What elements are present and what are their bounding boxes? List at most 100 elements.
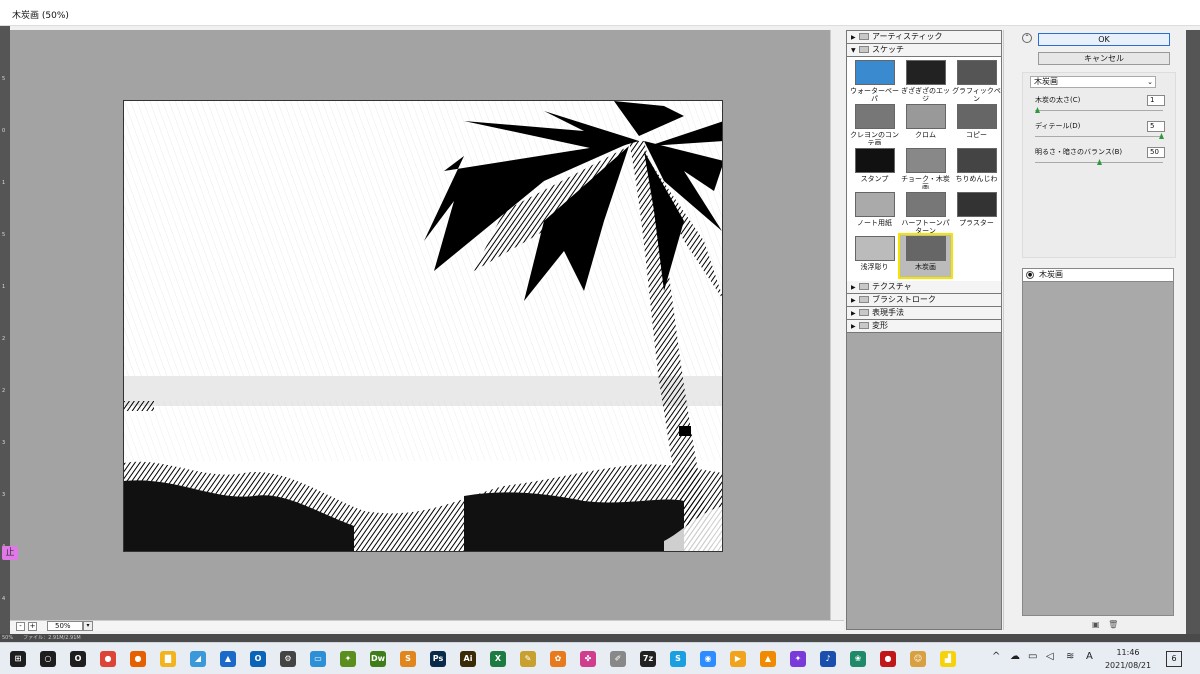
preview-vertical-scrollbar[interactable] <box>830 30 844 620</box>
filter-thumbnail[interactable]: 木炭画 <box>898 233 953 279</box>
photos-icon[interactable]: ▲ <box>220 651 236 667</box>
pet-icon[interactable]: ☺ <box>910 651 926 667</box>
speaker-icon[interactable]: ◁ <box>1046 651 1054 662</box>
filter-thumbnail-label: グラフィックペン <box>952 87 1001 101</box>
folder-icon <box>859 296 869 303</box>
record-icon[interactable]: ● <box>880 651 896 667</box>
layer-actions: ▣ 🗑 <box>1092 620 1118 629</box>
filter-thumbnail[interactable]: グラフィックペン <box>951 59 1002 101</box>
filter-category[interactable]: ▼ スケッチ <box>847 44 1001 57</box>
search-icon[interactable]: ○ <box>40 651 56 667</box>
chevron-up-icon[interactable]: ^ <box>992 651 1000 662</box>
filter-thumbnail[interactable]: チョーク・木炭画 <box>900 147 951 189</box>
wifi-icon[interactable]: ≋ <box>1066 651 1074 662</box>
filter-thumbnail[interactable]: コピー <box>951 103 1002 145</box>
firefox-icon[interactable]: ● <box>130 651 146 667</box>
parameter-value-field[interactable]: 1 <box>1147 95 1165 106</box>
pen-icon[interactable]: ✎ <box>520 651 536 667</box>
filter-thumbnail[interactable]: クロム <box>900 103 951 145</box>
filter-thumbnail[interactable]: ウォーターペーパ <box>849 59 900 101</box>
explorer-icon[interactable]: ▇ <box>160 651 176 667</box>
cortana-icon[interactable]: O <box>70 651 86 667</box>
eye-icon[interactable]: ● <box>1026 271 1034 279</box>
settings-icon[interactable]: ⚙ <box>280 651 296 667</box>
vlc-icon[interactable]: ▲ <box>760 651 776 667</box>
system-clock[interactable]: 11:46 2021/08/21 <box>1100 646 1156 672</box>
taskbar: ^ ☁ ▭ ◁ ≋ A 11:46 2021/08/21 6 ⊞ ○ O ● ● ▇ ◢ ▲ O… <box>0 642 1200 674</box>
skype-icon[interactable]: S <box>670 651 686 667</box>
parameter-slider-track[interactable] <box>1035 136 1163 137</box>
start-icon[interactable]: ⊞ <box>10 651 26 667</box>
filter-thumbnail[interactable]: ちりめんじわ <box>951 147 1002 189</box>
monitor-icon[interactable]: ▭ <box>310 651 326 667</box>
filter-thumbnail[interactable]: ハーフトーンパターン <box>900 191 951 233</box>
filter-thumbnail[interactable]: ノート用紙 <box>849 191 900 233</box>
ruler-mark: 3 <box>2 440 6 446</box>
zoom-out-button[interactable]: - <box>16 622 25 631</box>
outlook-icon[interactable]: O <box>250 651 266 667</box>
brush-icon[interactable]: ✐ <box>610 651 626 667</box>
filter-preview-image <box>956 104 997 129</box>
filter-category[interactable]: ▶ 表現手法 <box>847 307 1001 320</box>
filter-select[interactable]: 木炭画 ⌄ <box>1030 76 1156 88</box>
onedrive-icon[interactable]: ☁ <box>1010 651 1020 662</box>
preview-horizontal-scrollbar[interactable]: - + 50% ▾ <box>10 620 844 631</box>
chrome-icon[interactable]: ● <box>100 651 116 667</box>
filter-category[interactable]: ▶ ブラシストローク <box>847 294 1001 307</box>
zoom-level-field[interactable]: 50% <box>47 621 83 631</box>
expanded-triangle-icon: ▼ <box>851 47 856 54</box>
cancel-button[interactable]: キャンセル <box>1038 52 1170 65</box>
zoom-in-button[interactable]: + <box>28 622 37 631</box>
sticky-icon[interactable]: ▟ <box>940 651 956 667</box>
filter-category-label: テクスチャ <box>872 282 912 291</box>
media-icon[interactable]: ▶ <box>730 651 746 667</box>
filter-category[interactable]: ▶ アーティスティック <box>847 31 1001 44</box>
illustrator-icon[interactable]: Ai <box>460 651 476 667</box>
filter-thumbnail[interactable]: プラスター <box>951 191 1002 233</box>
7zip-icon[interactable]: 7z <box>640 651 656 667</box>
ime-indicator[interactable]: A <box>1086 651 1093 662</box>
folder-icon <box>859 309 869 316</box>
parameter-value-field[interactable]: 50 <box>1147 147 1165 158</box>
vertical-ruler: 50151223344 <box>0 26 10 636</box>
photoshop-icon[interactable]: Ps <box>430 651 446 667</box>
paint-icon[interactable]: ✤ <box>580 651 596 667</box>
dreamweaver-icon[interactable]: Dw <box>370 651 386 667</box>
zoom-icon[interactable]: ◉ <box>700 651 716 667</box>
filter-thumbnail-label: ぎざぎざのエッジ <box>901 87 950 101</box>
tree-icon[interactable]: ❀ <box>850 651 866 667</box>
parameter-value-field[interactable]: 5 <box>1147 121 1165 132</box>
ok-button[interactable]: OK <box>1038 33 1170 46</box>
sublime-icon[interactable]: S <box>400 651 416 667</box>
butterfly-icon[interactable]: ✿ <box>550 651 566 667</box>
new-effect-layer-icon[interactable]: ▣ <box>1092 620 1100 629</box>
zoom-dropdown-button[interactable]: ▾ <box>83 621 93 631</box>
filter-category[interactable]: ▶ 変形 <box>847 320 1001 333</box>
filter-gallery-scrollbar[interactable] <box>1003 30 1015 630</box>
filter-preview-image <box>905 60 946 85</box>
filter-thumbnail[interactable]: スタンプ <box>849 147 900 189</box>
sketch-filter-thumbnails: ウォーターペーパ ぎざぎざのエッジ グラフィックペンクレヨンのコンテ画 クロム コピース… <box>847 57 1001 281</box>
notification-button[interactable]: 6 <box>1166 651 1182 667</box>
parameter-slider-track[interactable] <box>1035 110 1163 111</box>
collapse-gallery-button[interactable]: ⌃ <box>1022 33 1032 43</box>
filter-category[interactable]: ▶ テクスチャ <box>847 281 1001 294</box>
music-icon[interactable]: ♪ <box>820 651 836 667</box>
parameter-label: 明るさ・暗さのバランス(B) <box>1035 148 1123 156</box>
filter-preview-image <box>905 236 946 261</box>
tablet-icon[interactable]: ◢ <box>190 651 206 667</box>
effect-layer-name: 木炭画 <box>1039 270 1063 279</box>
collapsed-triangle-icon: ▶ <box>851 310 856 317</box>
visio-icon[interactable]: ✦ <box>340 651 356 667</box>
excel-icon[interactable]: X <box>490 651 506 667</box>
filter-thumbnail[interactable]: 浅浮彫り <box>849 235 900 277</box>
folder-icon <box>859 46 869 53</box>
ime-stop-icon[interactable]: 止 <box>2 546 18 560</box>
battery-icon[interactable]: ▭ <box>1028 651 1037 662</box>
ruler-mark: 2 <box>2 388 6 394</box>
delete-effect-layer-icon[interactable]: 🗑 <box>1108 620 1118 629</box>
corgi-icon[interactable]: ✦ <box>790 651 806 667</box>
filter-thumbnail[interactable]: クレヨンのコンテ画 <box>849 103 900 145</box>
filter-thumbnail[interactable]: ぎざぎざのエッジ <box>900 59 951 101</box>
effect-layer-row[interactable]: ● 木炭画 <box>1023 269 1173 282</box>
